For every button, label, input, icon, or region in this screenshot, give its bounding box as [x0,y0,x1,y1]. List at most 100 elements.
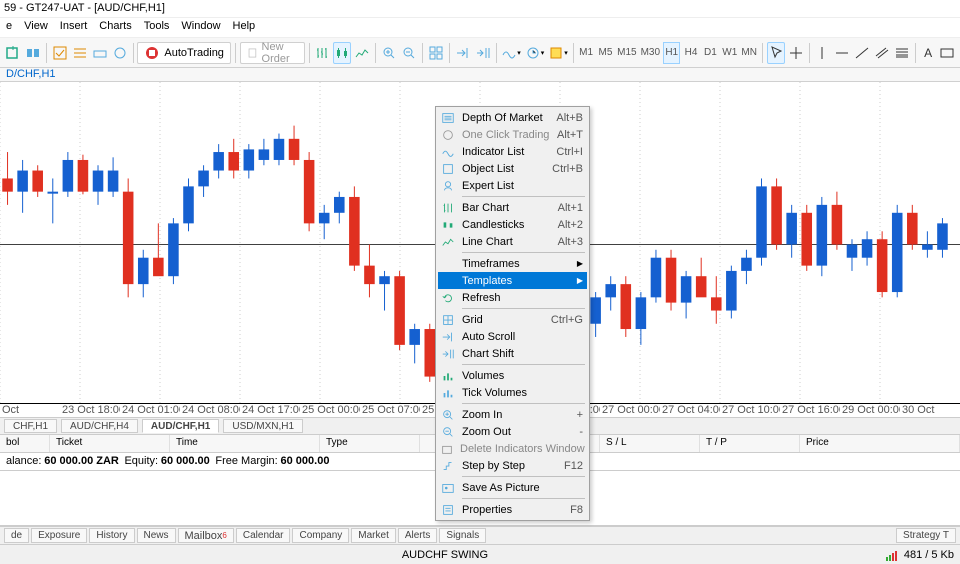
periodicity-button[interactable]: ▾ [524,42,546,64]
col-price[interactable]: Price [800,435,960,452]
ctx-label: Auto Scroll [462,331,577,343]
timeframe-m1[interactable]: M1 [577,42,594,64]
ctx-zoom-out[interactable]: Zoom Out- [438,423,587,440]
timeframe-mn[interactable]: MN [740,42,758,64]
ctx-shortcut: Alt+3 [558,236,583,248]
new-chart-button[interactable] [4,42,22,64]
ctx-auto-scroll[interactable]: Auto Scroll [438,328,587,345]
horizontal-line-button[interactable] [833,42,851,64]
ctx-step-by-step[interactable]: Step by StepF12 [438,457,587,474]
timeframe-m30[interactable]: M30 [640,42,661,64]
ctx-expert-list[interactable]: Expert List [438,177,587,194]
line-chart-button[interactable] [353,42,371,64]
ctx-label: Object List [462,163,546,175]
chart-tab-3[interactable]: USD/MXN,H1 [223,419,303,433]
status-center: AUDCHF SWING [402,549,488,561]
x-tick: 25 Oct 07:00 [360,404,420,417]
tab-history[interactable]: History [89,528,134,543]
status-bandwidth: 481 / 5 Kb [904,549,954,561]
templates-button[interactable]: ▾ [547,42,569,64]
ctx-timeframes[interactable]: Timeframes▶ [438,255,587,272]
zoom-in-button[interactable] [380,42,398,64]
col-tp[interactable]: T / P [700,435,800,452]
auto-scroll-button[interactable] [454,42,472,64]
vertical-line-button[interactable] [813,42,831,64]
ctx-templates[interactable]: Templates▶ [438,272,587,289]
menu-charts[interactable]: Charts [99,20,131,35]
ctx-zoom-in[interactable]: Zoom In+ [438,406,587,423]
ctx-label: Chart Shift [462,348,577,360]
menu-view[interactable]: View [24,20,48,35]
x-tick: 30 Oct [900,404,960,417]
profiles-button[interactable] [24,42,42,64]
bar-chart-button[interactable] [313,42,331,64]
tab-market[interactable]: Market [351,528,396,543]
indicators-button[interactable]: ▾ [500,42,522,64]
ctx-candlesticks[interactable]: CandlesticksAlt+2 [438,216,587,233]
ctx-line-chart[interactable]: Line ChartAlt+3 [438,233,587,250]
ctx-object-list[interactable]: Object List Ctrl+B [438,160,587,177]
timeframe-h1[interactable]: H1 [663,42,680,64]
timeframe-d1[interactable]: D1 [702,42,719,64]
timeframe-m15[interactable]: M15 [616,42,637,64]
ctx-refresh[interactable]: Refresh [438,289,587,306]
tab-calendar[interactable]: Calendar [236,528,291,543]
col-time[interactable]: Time [170,435,320,452]
ctx-shortcut: Ctrl+B [552,163,583,175]
ctx-tick-volumes[interactable]: Tick Volumes [438,384,587,401]
ctx-label: Tick Volumes [462,387,577,399]
chart-context-menu[interactable]: Depth Of MarketAlt+BOne Click TradingAlt… [435,106,590,521]
cursor-button[interactable] [767,42,785,64]
chart-shift-button[interactable] [474,42,492,64]
trendline-button[interactable] [853,42,871,64]
tab-alerts[interactable]: Alerts [398,528,438,543]
ctx-indicator-list[interactable]: Indicator ListCtrl+I [438,143,587,160]
balance-label: alance: [6,455,41,467]
text-button[interactable] [938,42,956,64]
autotrading-button[interactable]: AutoTrading [137,42,231,64]
ctx-save-as-picture[interactable]: Save As Picture [438,479,587,496]
tab-mailbox[interactable]: Mailbox6 [178,528,234,543]
ctx-chart-shift[interactable]: Chart Shift [438,345,587,362]
market-watch-button[interactable] [51,42,69,64]
tile-windows-button[interactable] [427,42,445,64]
col-symbol[interactable]: bol [0,435,50,452]
menu-tools[interactable]: Tools [144,20,170,35]
new-order-button[interactable]: New Order [240,42,305,64]
navigator-button[interactable] [71,42,89,64]
ctx-depth-of-market[interactable]: Depth Of MarketAlt+B [438,109,587,126]
col-sl[interactable]: S / L [600,435,700,452]
chart-tab-0[interactable]: CHF,H1 [4,419,57,433]
menu-help[interactable]: Help [233,20,256,35]
tab-exposure[interactable]: Exposure [31,528,87,543]
menu-file[interactable]: e [6,20,12,35]
tab-strategy-tester[interactable]: Strategy T [896,528,956,543]
equidistant-button[interactable] [873,42,891,64]
chart-tab-1[interactable]: AUD/CHF,H4 [61,419,138,433]
candlestick-button[interactable] [333,42,351,64]
timeframe-h4[interactable]: H4 [682,42,699,64]
ctx-volumes[interactable]: Volumes [438,367,587,384]
strategy-tester-button[interactable] [111,42,129,64]
text-label-button[interactable]: A [920,42,936,64]
ctx-label: Refresh [462,292,577,304]
zoom-out-button[interactable] [400,42,418,64]
fibonacci-button[interactable] [893,42,911,64]
ctx-bar-chart[interactable]: Bar ChartAlt+1 [438,199,587,216]
tab-news[interactable]: News [137,528,176,543]
timeframe-m5[interactable]: M5 [597,42,614,64]
menu-insert[interactable]: Insert [60,20,88,35]
tab-signals[interactable]: Signals [439,528,486,543]
crosshair-button[interactable] [787,42,805,64]
tab-trade[interactable]: de [4,528,29,543]
ctx-properties[interactable]: PropertiesF8 [438,501,587,518]
chart-tab-2[interactable]: AUD/CHF,H1 [142,419,219,433]
ctx-shortcut: + [577,409,583,421]
ctx-grid[interactable]: GridCtrl+G [438,311,587,328]
col-ticket[interactable]: Ticket [50,435,170,452]
tab-company[interactable]: Company [292,528,349,543]
menu-window[interactable]: Window [181,20,220,35]
terminal-button[interactable] [91,42,109,64]
col-type[interactable]: Type [320,435,420,452]
timeframe-w1[interactable]: W1 [721,42,738,64]
